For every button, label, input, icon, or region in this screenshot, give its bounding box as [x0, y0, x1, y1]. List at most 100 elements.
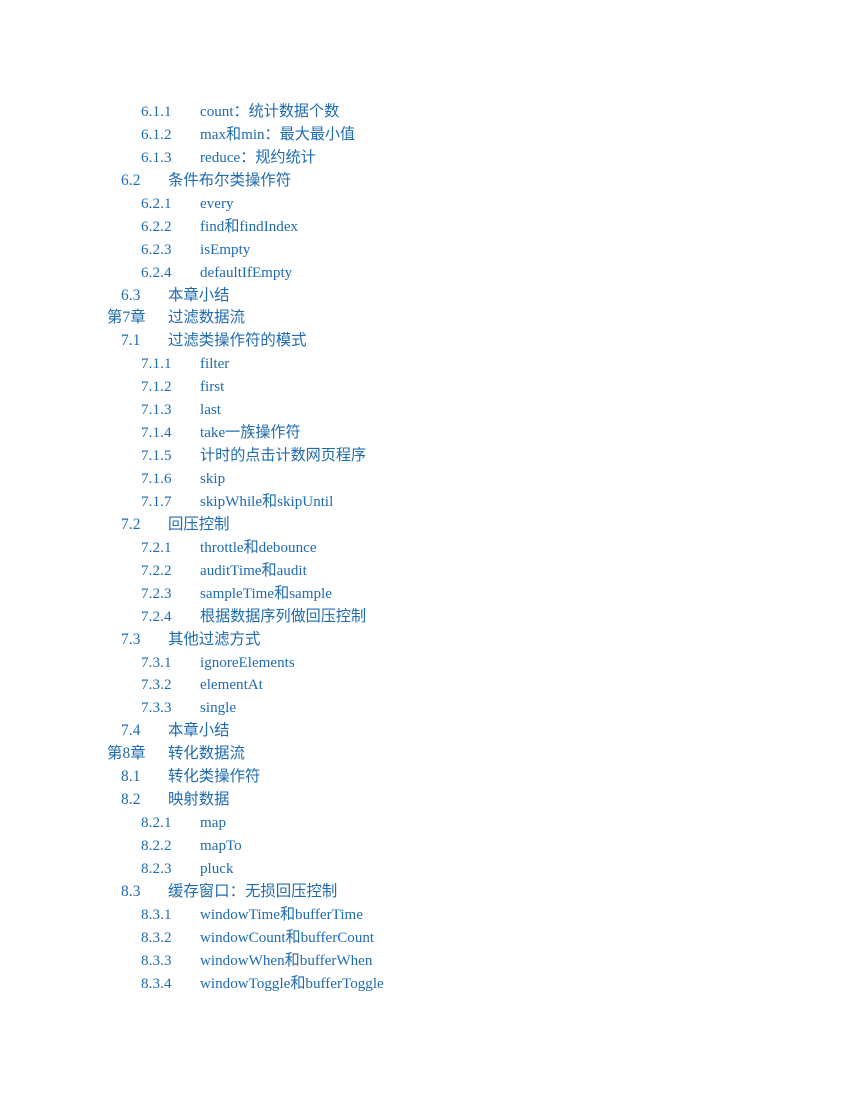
table-of-contents: 6.1.1 count：统计数据个数 6.1.2 max和min：最大最小值 6.1.3… — [0, 101, 849, 996]
toc-entry-subsection[interactable]: 7.2.2 auditTime和audit — [0, 560, 849, 583]
toc-entry-subsection[interactable]: 7.1.6 skip — [0, 468, 849, 491]
toc-entry-title: 缓存窗口：无损回压控制 — [168, 882, 338, 900]
toc-entry-title: 映射数据 — [168, 791, 230, 809]
toc-entry-title: sampleTime和sample — [200, 585, 332, 602]
toc-entry-number: 6.3 — [121, 286, 141, 304]
toc-entry-number: 7.1.4 — [141, 425, 172, 442]
toc-entry-subsection[interactable]: 8.2.2 mapTo — [0, 835, 849, 858]
toc-entry-number: 6.2.1 — [141, 195, 172, 212]
toc-entry-number: 8.2.1 — [141, 815, 172, 832]
toc-entry-subsection[interactable]: 7.1.4 take一族操作符 — [0, 422, 849, 445]
toc-entry-title: every — [200, 195, 234, 212]
toc-entry-section[interactable]: 6.3 本章小结 — [0, 285, 849, 308]
toc-entry-number: 8.3.3 — [141, 952, 172, 969]
toc-entry-title: auditTime和audit — [200, 562, 307, 579]
toc-entry-subsection[interactable]: 7.1.7 skipWhile和skipUntil — [0, 491, 849, 514]
toc-entry-title: windowToggle和bufferToggle — [200, 975, 384, 992]
toc-entry-subsection[interactable]: 7.3.2 elementAt — [0, 674, 849, 697]
toc-entry-title: count：统计数据个数 — [200, 104, 340, 120]
toc-entry-number: 7.2.4 — [141, 608, 172, 625]
toc-entry-section[interactable]: 8.1 转化类操作符 — [0, 766, 849, 789]
toc-entry-number: 7.2.2 — [141, 562, 172, 579]
toc-entry-title: elementAt — [200, 677, 263, 694]
toc-entry-section[interactable]: 6.2 条件布尔类操作符 — [0, 170, 849, 193]
toc-entry-number: 7.2 — [121, 515, 141, 533]
toc-entry-section[interactable]: 7.2 回压控制 — [0, 514, 849, 537]
toc-entry-title: 转化类操作符 — [168, 768, 261, 786]
toc-entry-section[interactable]: 7.1 过滤类操作符的模式 — [0, 330, 849, 353]
toc-entry-number: 6.2.4 — [141, 264, 172, 281]
toc-entry-title: 本章小结 — [168, 286, 230, 304]
toc-entry-subsection[interactable]: 7.2.4 根据数据序列做回压控制 — [0, 606, 849, 629]
toc-entry-number: 7.3.2 — [141, 677, 172, 694]
toc-entry-subsection[interactable]: 8.3.4 windowToggle和bufferToggle — [0, 973, 849, 996]
toc-entry-subsection[interactable]: 6.1.1 count：统计数据个数 — [0, 101, 849, 124]
toc-entry-number: 7.1.6 — [141, 471, 172, 487]
toc-entry-subsection[interactable]: 6.1.2 max和min：最大最小值 — [0, 124, 849, 147]
toc-entry-title: windowWhen和bufferWhen — [200, 952, 373, 969]
toc-entry-section[interactable]: 7.3 其他过滤方式 — [0, 629, 849, 652]
toc-entry-number: 7.3.3 — [141, 700, 172, 717]
toc-entry-title: throttle和debounce — [200, 539, 317, 556]
toc-entry-title: single — [200, 700, 237, 717]
toc-entry-number: 8.3.4 — [141, 975, 172, 992]
toc-entry-title: filter — [200, 356, 230, 373]
toc-entry-subsection[interactable]: 6.2.3 isEmpty — [0, 239, 849, 262]
toc-entry-number: 6.2 — [121, 171, 141, 189]
toc-entry-number: 8.3 — [121, 882, 141, 900]
toc-entry-number: 7.4 — [121, 722, 141, 740]
toc-entry-number: 6.2.2 — [141, 218, 172, 235]
toc-entry-subsection[interactable]: 7.3.3 single — [0, 697, 849, 720]
toc-entry-section[interactable]: 8.2 映射数据 — [0, 789, 849, 812]
toc-entry-title: windowTime和bufferTime — [200, 906, 363, 923]
toc-entry-subsection[interactable]: 7.1.1 filter — [0, 353, 849, 376]
toc-entry-subsection[interactable]: 6.2.1 every — [0, 193, 849, 216]
toc-entry-subsection[interactable]: 7.1.3 last — [0, 399, 849, 422]
toc-entry-title: ignoreElements — [200, 654, 295, 671]
toc-entry-title: isEmpty — [200, 241, 251, 258]
toc-entry-title: pluck — [200, 860, 234, 877]
toc-entry-subsection[interactable]: 7.3.1 ignoreElements — [0, 652, 849, 675]
toc-entry-subsection[interactable]: 8.2.1 map — [0, 812, 849, 835]
toc-entry-subsection[interactable]: 8.3.2 windowCount和bufferCount — [0, 927, 849, 950]
toc-entry-section[interactable]: 8.3 缓存窗口：无损回压控制 — [0, 881, 849, 904]
toc-entry-chapter[interactable]: 第8章 转化数据流 — [0, 743, 849, 766]
toc-entry-number: 6.1.1 — [141, 104, 172, 120]
toc-entry-number: 7.3.1 — [141, 654, 172, 671]
toc-entry-number: 8.3.1 — [141, 906, 172, 923]
toc-entry-number: 7.1.3 — [141, 402, 172, 419]
toc-entry-number: 7.3 — [121, 630, 141, 648]
toc-entry-title: 计时的点击计数网页程序 — [200, 448, 367, 465]
toc-entry-title: find和findIndex — [200, 218, 299, 235]
toc-entry-number: 7.1 — [121, 332, 141, 350]
toc-entry-title: 根据数据序列做回压控制 — [200, 608, 367, 625]
toc-entry-number: 8.3.2 — [141, 929, 172, 946]
toc-entry-number: 第7章 — [107, 309, 146, 327]
toc-entry-title: take一族操作符 — [200, 425, 301, 442]
toc-entry-number: 8.2.2 — [141, 838, 172, 854]
toc-entry-number: 8.2 — [121, 791, 141, 809]
toc-entry-title: 其他过滤方式 — [168, 630, 261, 648]
toc-entry-title: 条件布尔类操作符 — [168, 171, 292, 189]
toc-entry-subsection[interactable]: 7.2.3 sampleTime和sample — [0, 583, 849, 606]
toc-entry-title: 过滤类操作符的模式 — [168, 332, 307, 350]
toc-entry-subsection[interactable]: 6.2.2 find和findIndex — [0, 216, 849, 239]
toc-entry-number: 6.2.3 — [141, 241, 172, 258]
toc-entry-subsection[interactable]: 8.2.3 pluck — [0, 858, 849, 881]
toc-entry-number: 7.2.3 — [141, 585, 172, 602]
toc-entry-subsection[interactable]: 7.1.2 first — [0, 376, 849, 399]
toc-entry-title: skipWhile和skipUntil — [200, 493, 334, 510]
toc-entry-subsection[interactable]: 8.3.1 windowTime和bufferTime — [0, 904, 849, 927]
toc-entry-subsection[interactable]: 7.1.5 计时的点击计数网页程序 — [0, 445, 849, 468]
toc-entry-chapter[interactable]: 第7章 过滤数据流 — [0, 307, 849, 330]
toc-entry-section[interactable]: 7.4 本章小结 — [0, 720, 849, 743]
toc-entry-title: 本章小结 — [168, 722, 230, 740]
toc-entry-subsection[interactable]: 8.3.3 windowWhen和bufferWhen — [0, 950, 849, 973]
toc-entry-subsection[interactable]: 6.2.4 defaultIfEmpty — [0, 262, 849, 285]
toc-entry-number: 6.1.3 — [141, 149, 172, 166]
toc-entry-number: 6.1.2 — [141, 126, 172, 143]
toc-entry-title: last — [200, 402, 221, 419]
toc-entry-subsection[interactable]: 6.1.3 reduce：规约统计 — [0, 147, 849, 170]
toc-entry-subsection[interactable]: 7.2.1 throttle和debounce — [0, 537, 849, 560]
toc-entry-number: 7.1.2 — [141, 379, 172, 396]
